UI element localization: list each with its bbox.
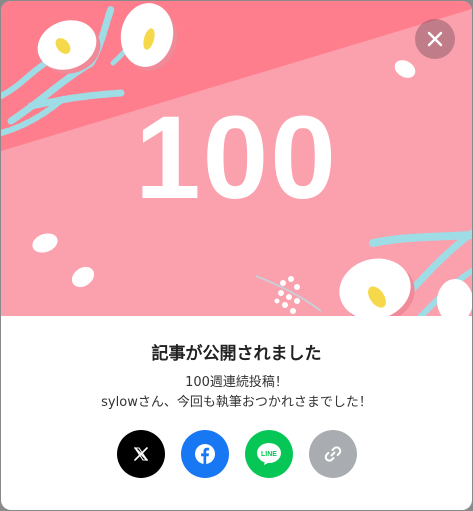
close-icon xyxy=(427,31,443,47)
share-x-button[interactable] xyxy=(116,430,165,478)
publish-celebration-modal: 100 記事が公開されました 100週連続投稿！ sylowさん、今回も執筆おつ… xyxy=(1,1,472,510)
share-line-button[interactable]: LINE xyxy=(244,430,293,478)
congrats-message: sylowさん、今回も執筆おつかれさまでした！ xyxy=(101,395,372,410)
facebook-logo-icon xyxy=(194,444,215,464)
share-facebook-button[interactable] xyxy=(180,430,229,478)
celebration-banner: 100 xyxy=(1,1,472,316)
x-logo-icon xyxy=(133,447,148,461)
close-button[interactable] xyxy=(415,19,455,59)
line-logo-label: LINE xyxy=(261,451,277,458)
link-icon xyxy=(324,446,341,462)
share-buttons: LINE xyxy=(1,430,472,478)
copy-link-button[interactable] xyxy=(308,430,357,478)
dialog-title: 記事が公開されました xyxy=(151,344,322,364)
milestone-message: 100週連続投稿！ xyxy=(185,375,288,390)
line-logo-icon: LINE xyxy=(256,443,281,465)
milestone-number: 100 xyxy=(135,92,338,224)
